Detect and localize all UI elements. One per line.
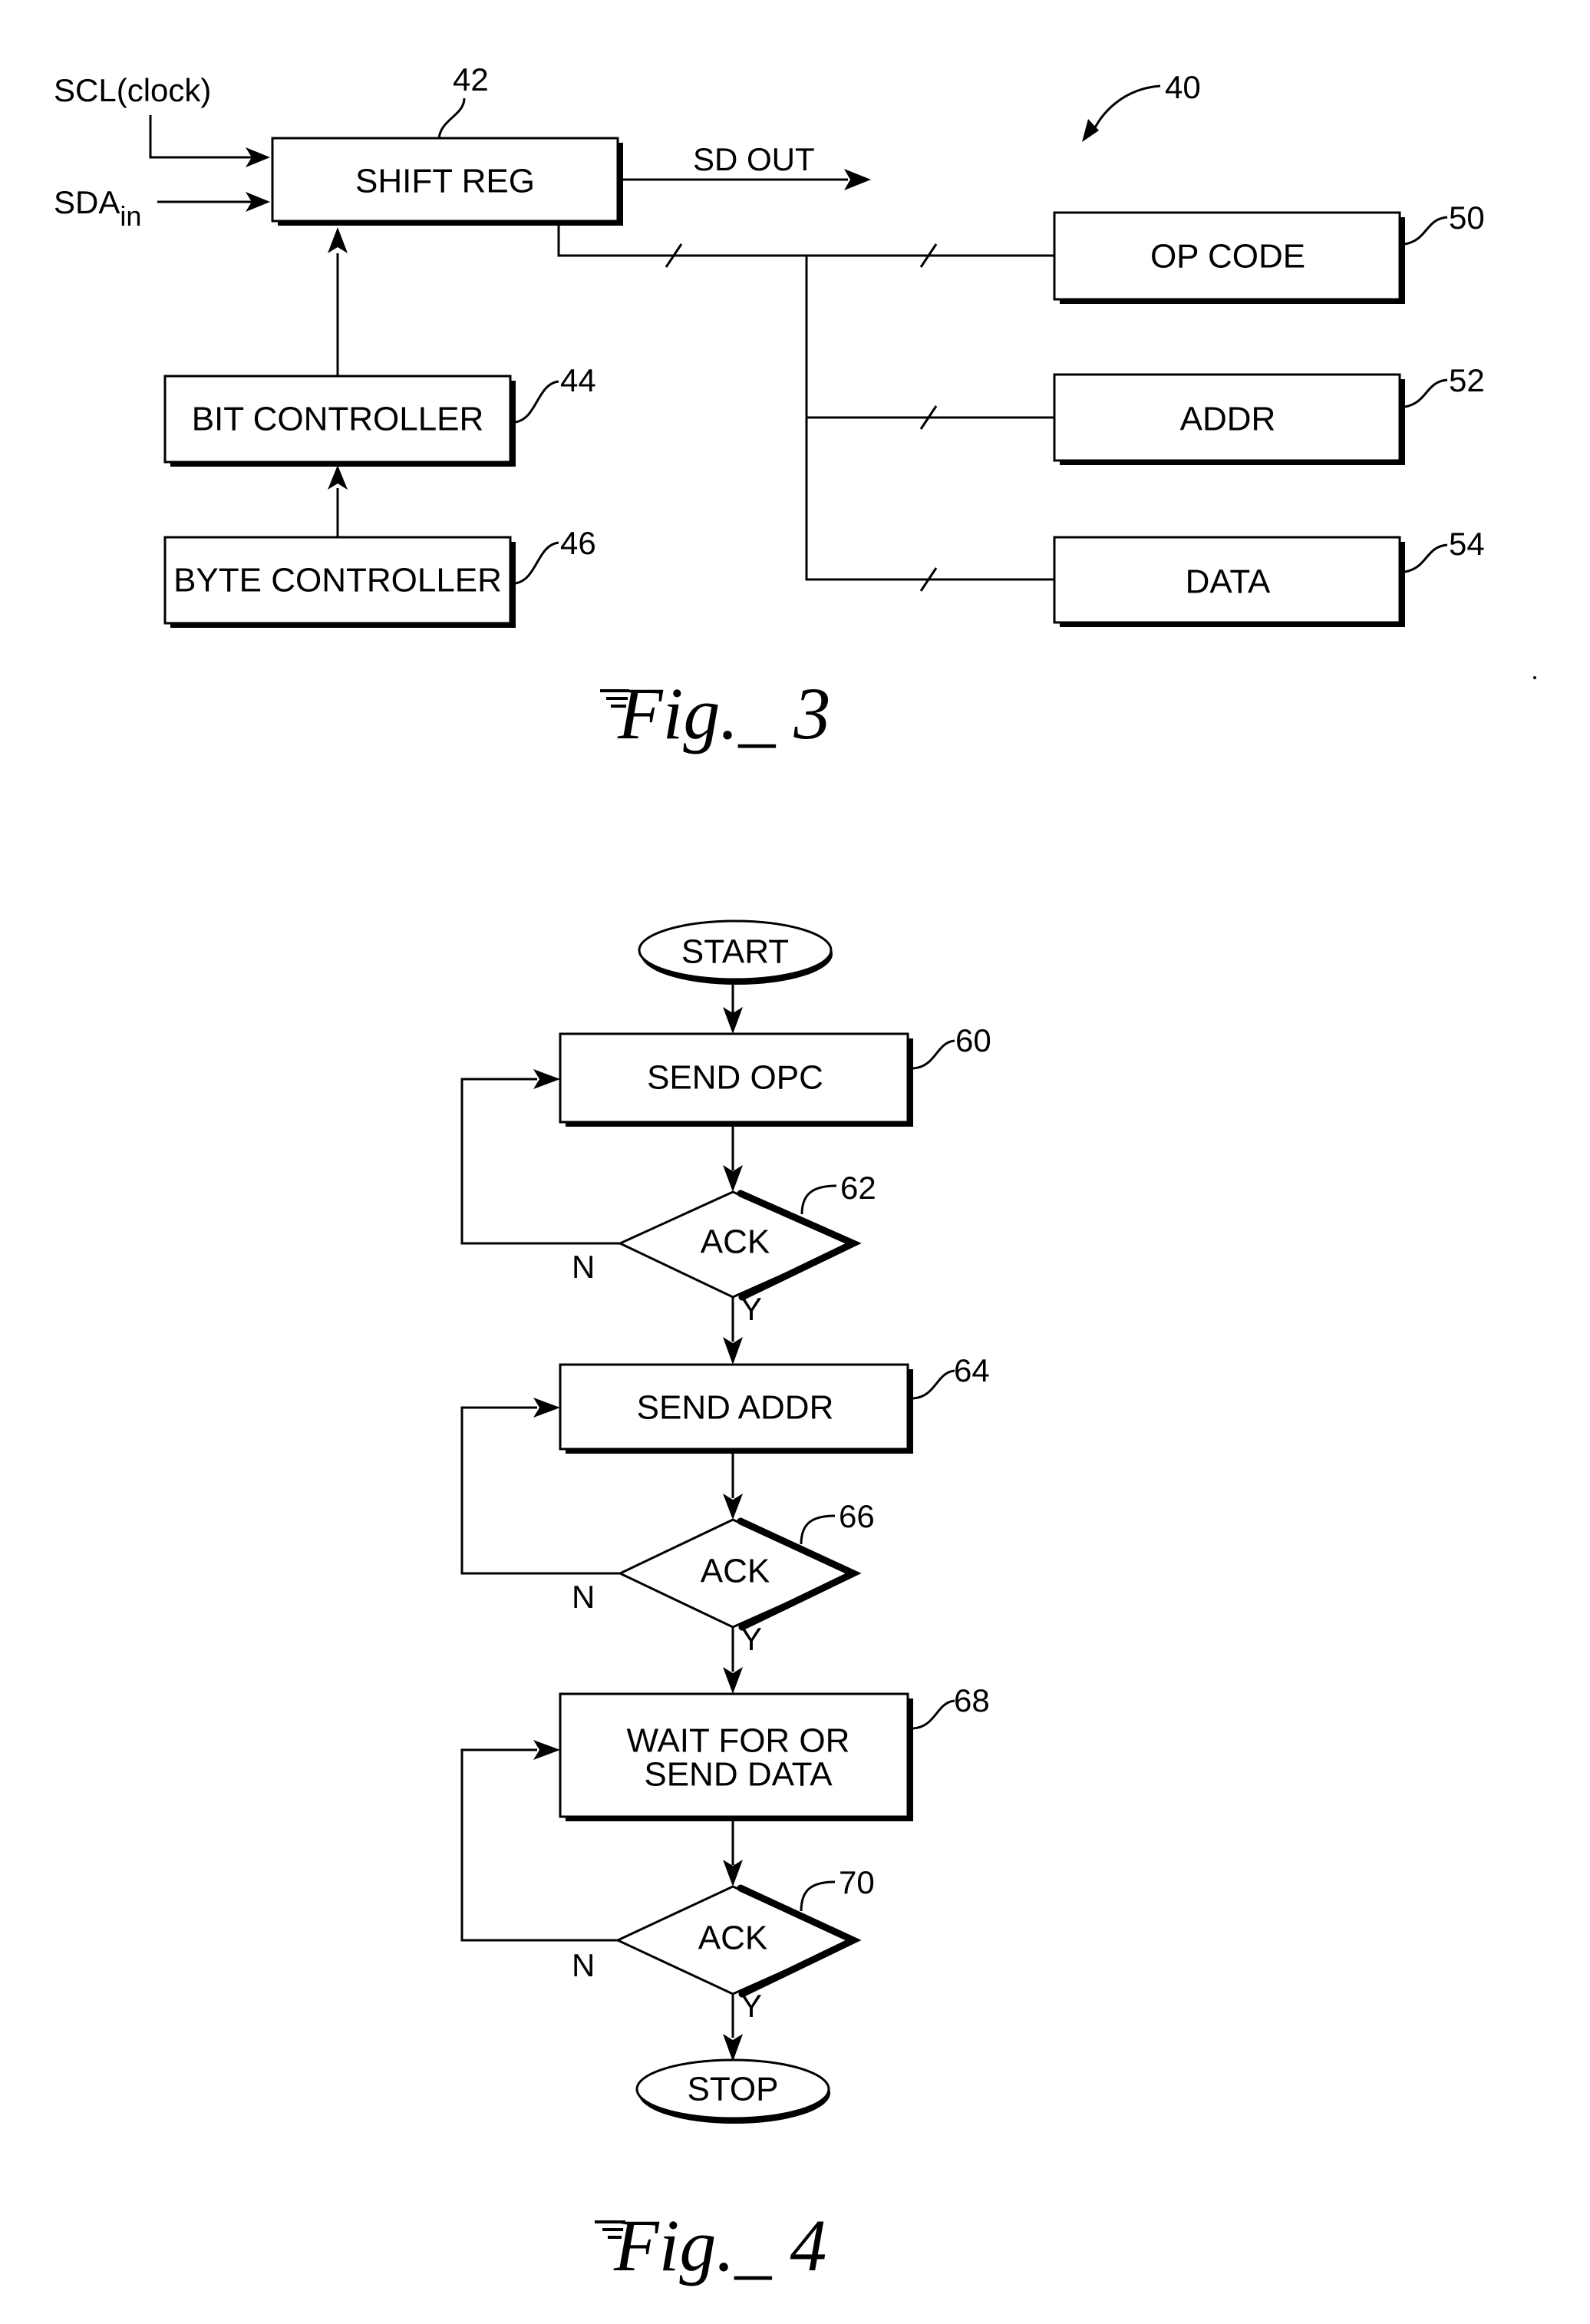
ack-label: ACK — [698, 1920, 767, 1957]
ref-52: 52 — [1449, 362, 1485, 398]
no-label: N — [572, 1947, 595, 1983]
ack-label: ACK — [701, 1223, 770, 1261]
sd-out-label: SD OUT — [693, 141, 815, 177]
leader-44 — [515, 380, 559, 424]
yes-label: Y — [741, 1988, 762, 2024]
op-code-block: OP CODE — [1053, 211, 1405, 304]
stop-terminal: STOP — [635, 2058, 830, 2124]
ref-64: 64 — [954, 1352, 990, 1388]
figure-3: SCL(clock) SDAin SHIFT REG 42 SD OUT BIT… — [54, 61, 1536, 754]
fig4-caption: Fig._ 4 — [595, 2204, 826, 2286]
ref-66: 66 — [839, 1498, 875, 1534]
start-terminal: START — [638, 919, 833, 985]
sd-out-arrowhead — [844, 169, 871, 190]
no-label: N — [572, 1249, 595, 1285]
no-loop-arrowhead-62 — [533, 1069, 560, 1089]
shift-reg-block: SHIFT REG — [271, 137, 623, 226]
yes-label: Y — [741, 1291, 762, 1327]
ack-label: ACK — [701, 1553, 770, 1590]
leader-40 — [1092, 84, 1161, 131]
bus-main-line — [557, 226, 1054, 257]
bit-controller-label: BIT CONTROLLER — [192, 401, 484, 438]
ack-decision-62: ACK — [617, 1190, 862, 1301]
byte-controller-label: BYTE CONTROLLER — [173, 562, 502, 599]
leader-46 — [515, 541, 559, 585]
ref-62: 62 — [840, 1170, 876, 1206]
wait-send-data-label-line2: SEND DATA — [644, 1756, 833, 1794]
send-addr-step: SEND ADDR — [559, 1363, 913, 1454]
bit-to-shift-arrowhead — [328, 227, 348, 253]
ref-40-arrowhead — [1082, 119, 1099, 142]
send-addr-label: SEND ADDR — [637, 1389, 834, 1427]
ref-46: 46 — [560, 525, 596, 561]
data-block: DATA — [1053, 536, 1405, 627]
shift-reg-label: SHIFT REG — [355, 163, 535, 200]
stop-label: STOP — [687, 2071, 778, 2108]
no-loop-arrowhead-66 — [533, 1398, 560, 1418]
send-opc-label: SEND OPC — [647, 1059, 823, 1097]
op-code-label: OP CODE — [1150, 238, 1305, 276]
leader-66 — [800, 1514, 836, 1545]
no-label: N — [572, 1579, 595, 1615]
start-label: START — [681, 933, 789, 971]
leader-64 — [912, 1369, 955, 1400]
addr-label: ADDR — [1180, 401, 1276, 438]
leader-42 — [437, 97, 466, 139]
leader-52 — [1404, 378, 1448, 408]
fig4-caption-text: Fig._ 4 — [613, 2204, 826, 2286]
byte-controller-block: BYTE CONTROLLER — [163, 536, 516, 628]
ref-70: 70 — [839, 1864, 875, 1900]
bit-controller-block: BIT CONTROLLER — [163, 375, 516, 467]
ack-decision-70: ACK — [615, 1884, 862, 1998]
leader-70 — [800, 1880, 836, 1912]
ref-68: 68 — [954, 1682, 990, 1718]
addr-block: ADDR — [1053, 373, 1405, 465]
stray-dot — [1533, 676, 1536, 679]
leader-68 — [912, 1699, 955, 1730]
ref-50: 50 — [1449, 200, 1485, 236]
ack-to-stop-arrowhead — [723, 2034, 743, 2062]
no-loop-arrowhead-70 — [533, 1740, 560, 1760]
leader-60 — [912, 1039, 955, 1070]
wait-send-data-label-line1: WAIT FOR OR — [627, 1722, 850, 1760]
ref-40: 40 — [1165, 69, 1201, 105]
ref-54: 54 — [1449, 526, 1485, 562]
scl-clock-label: SCL(clock) — [54, 72, 211, 108]
send-opc-step: SEND OPC — [559, 1032, 913, 1127]
leader-62 — [800, 1184, 837, 1215]
byte-to-bit-arrowhead — [328, 465, 348, 490]
wait-send-data-step: WAIT FOR OR SEND DATA — [559, 1692, 913, 1821]
fig3-caption: Fig._ 3 — [600, 672, 830, 754]
patent-drawing-sheet: SCL(clock) SDAin SHIFT REG 42 SD OUT BIT… — [54, 61, 1536, 2286]
fig3-caption-text: Fig._ 3 — [617, 672, 830, 754]
leader-54 — [1404, 543, 1448, 573]
ref-60: 60 — [955, 1022, 991, 1058]
leader-50 — [1404, 216, 1448, 246]
ack-decision-66: ACK — [617, 1517, 862, 1631]
yes-label: Y — [741, 1621, 762, 1657]
sda-label: SDAin — [54, 184, 141, 232]
ref-42: 42 — [453, 61, 489, 97]
data-label: DATA — [1186, 563, 1271, 601]
figure-4: START SEND OPC 60 ACK 62 N Y SEND ADDR 6… — [460, 919, 991, 2286]
ref-44: 44 — [560, 362, 596, 398]
